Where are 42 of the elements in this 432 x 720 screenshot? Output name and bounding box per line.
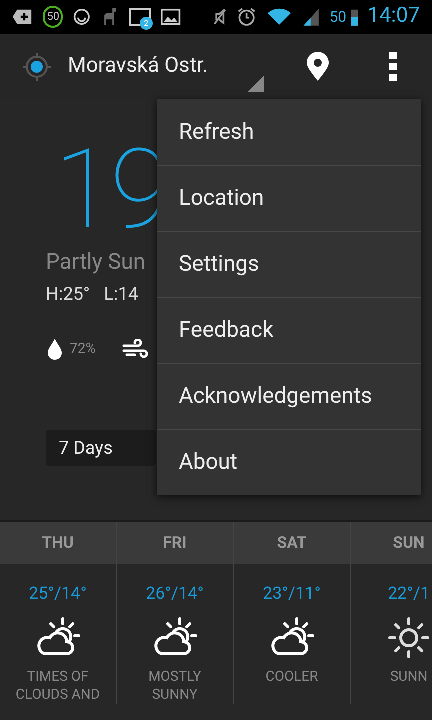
day-temperatures: 26°/14° (146, 583, 204, 606)
image-icon (160, 8, 181, 26)
location-name[interactable]: Moravská Ostr. (68, 51, 208, 83)
smiley-icon (73, 7, 92, 27)
menu-item[interactable]: Refresh (157, 99, 421, 165)
dropdown-corner-icon (248, 76, 264, 92)
condition: Partly Sun (46, 249, 146, 277)
signal-icon (302, 6, 320, 28)
day-temperatures: 22°/1 (388, 583, 430, 606)
day-header: SAT (234, 522, 350, 564)
wind-icon (122, 339, 148, 359)
menu-item[interactable]: Acknowledgements (157, 363, 421, 429)
day-summary: SUNN (389, 668, 429, 686)
clock: 14:07 (368, 3, 420, 30)
plus-icon (12, 7, 34, 27)
menu-item[interactable]: Settings (157, 231, 421, 297)
range-dropdown[interactable]: 7 Days (46, 430, 156, 466)
map-pin-icon[interactable] (305, 52, 331, 82)
day-summary: TIMES OF CLOUDS AND (14, 668, 102, 704)
overflow-menu-icon[interactable] (388, 52, 398, 82)
menu-item[interactable]: Location (157, 165, 421, 231)
location-target-icon[interactable] (22, 52, 52, 82)
sun-icon (387, 616, 431, 660)
mute-icon (213, 7, 228, 27)
day-temperatures: 25°/14° (29, 583, 87, 606)
day-header: THU (0, 522, 116, 564)
menu-item[interactable]: Feedback (157, 297, 421, 363)
high-temperature: H:25° (46, 283, 90, 307)
battery-level: 50 (330, 6, 347, 28)
alarm-icon (237, 6, 257, 28)
day-summary: MOSTLY SUNNY (148, 668, 202, 704)
humidity: 72% (70, 340, 96, 358)
wifi-icon (266, 7, 292, 27)
battery-icon (350, 7, 358, 27)
day-header: SUN (351, 522, 432, 564)
water-drop-icon (46, 338, 64, 360)
day-temperatures: 23°/11° (263, 583, 321, 606)
notification-badge: 50 (43, 6, 64, 28)
menu-item[interactable]: About (157, 429, 421, 495)
day-summary: COOLER (264, 668, 320, 686)
low-temperature: L:14 (104, 283, 138, 307)
day-header: FRI (117, 522, 233, 564)
